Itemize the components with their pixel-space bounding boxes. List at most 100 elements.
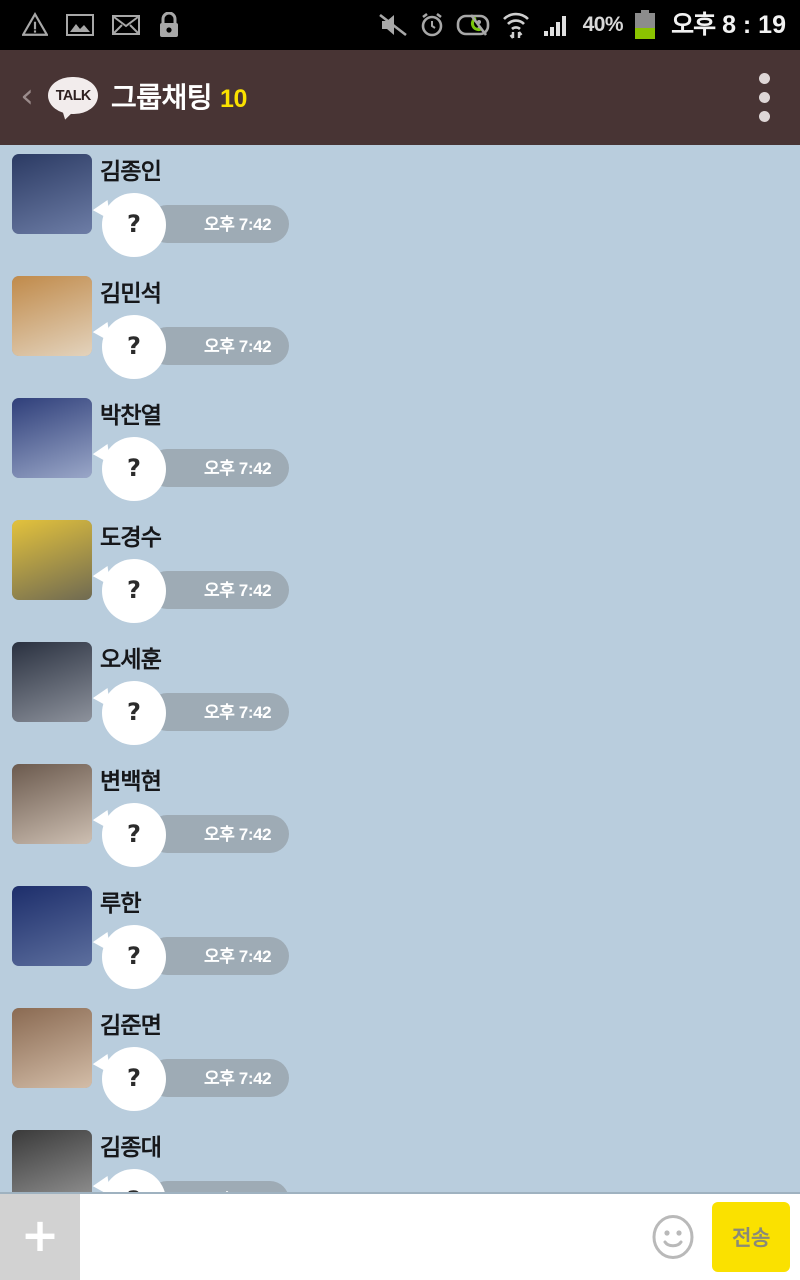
plus-icon: + xyxy=(20,1207,60,1262)
message-row: 김종인 오후 7:42? xyxy=(0,145,800,267)
avatar-kimjongin[interactable] xyxy=(12,154,92,234)
message-sender-name: 김종대 xyxy=(100,1134,162,1160)
message-timestamp-pill: 오후 7:42 xyxy=(148,1059,290,1097)
bubble-tail xyxy=(91,931,111,955)
avatar-image xyxy=(12,154,92,234)
message-timestamp-pill: 오후 7:42 xyxy=(148,1181,290,1192)
message-sender-name: 루한 xyxy=(100,890,142,916)
logo-bubble: TALK xyxy=(48,76,98,114)
message-time: 오후 7:42 xyxy=(204,458,272,478)
bubble-tail xyxy=(91,565,111,589)
clock-ampm: 오후 xyxy=(671,10,716,39)
message-text: ? xyxy=(127,820,141,848)
message-time: 오후 7:42 xyxy=(204,824,272,844)
wifi-icon xyxy=(502,12,529,39)
sync-disabled-icon xyxy=(456,14,489,36)
message-time: 오후 7:42 xyxy=(204,580,272,600)
screenshot-icon xyxy=(66,14,94,36)
message-time: 오후 7:42 xyxy=(204,214,272,234)
message-row: 루한 오후 7:42? xyxy=(0,877,800,999)
battery-percent-label: 40% xyxy=(582,13,624,36)
avatar-image xyxy=(12,1008,92,1088)
bubble-tail xyxy=(91,687,111,711)
message-text: ? xyxy=(127,576,141,604)
message-sender-name: 오세훈 xyxy=(100,646,162,672)
message-text: ? xyxy=(127,942,141,970)
message-bubble[interactable]: ? xyxy=(91,437,166,501)
avatar-image xyxy=(12,276,92,356)
back-button[interactable]: ‹ xyxy=(8,79,46,117)
avatar-image xyxy=(12,886,92,966)
battery-icon xyxy=(635,10,656,39)
message-bubble[interactable]: ? xyxy=(91,803,166,867)
message-sender-name: 변백현 xyxy=(100,768,162,794)
bubble-tail xyxy=(91,1053,111,1077)
avatar-kimminseok[interactable] xyxy=(12,276,92,356)
message-sender-name: 박찬열 xyxy=(100,402,162,428)
message-timestamp-pill: 오후 7:42 xyxy=(148,205,290,243)
message-row: 김종대오후 7:42? xyxy=(0,1121,800,1192)
avatar-image xyxy=(12,520,92,600)
lock-icon xyxy=(160,12,178,37)
member-count-badge: 10 xyxy=(220,84,247,113)
message-list[interactable]: 김종인 오후 7:42? 김민석 오후 7:42? 박찬열 오후 7:42? 도경수 오후 7… xyxy=(0,145,800,1192)
message-timestamp-pill: 오후 7:42 xyxy=(148,937,290,975)
avatar-dokyungsoo[interactable] xyxy=(12,520,92,600)
chat-room-title: 그룹채팅 xyxy=(111,81,213,113)
avatar-image xyxy=(12,1130,92,1192)
send-button[interactable]: 전송 xyxy=(712,1202,790,1272)
message-bubble[interactable]: ? xyxy=(91,193,166,257)
kakaotalk-logo-icon: TALK xyxy=(48,75,98,121)
alarm-icon xyxy=(421,12,442,37)
emoticon-button[interactable] xyxy=(634,1194,712,1280)
message-bubble[interactable]: ? xyxy=(91,1169,166,1192)
message-bubble[interactable]: ? xyxy=(91,559,166,623)
status-bar: 40% 오후 8 : 19 xyxy=(0,0,800,50)
status-bar-left-icons xyxy=(0,12,180,38)
message-time: 오후 7:42 xyxy=(204,702,272,722)
avatar-kimjongdae[interactable] xyxy=(12,1130,92,1192)
overflow-dot xyxy=(758,73,770,84)
bubble-tail xyxy=(91,199,111,223)
status-bar-clock: 오후 8 : 19 xyxy=(667,10,786,39)
message-timestamp-pill: 오후 7:42 xyxy=(148,815,290,853)
message-row: 오세훈오후 7:42? xyxy=(0,633,800,755)
avatar-parkchanyeol[interactable] xyxy=(12,398,92,478)
avatar-image xyxy=(12,764,92,844)
message-text: ? xyxy=(127,698,141,726)
signal-icon xyxy=(543,16,566,36)
message-row: 변백현오후 7:42? xyxy=(0,755,800,877)
bubble-tail xyxy=(91,443,111,467)
avatar-byunbaekhyun[interactable] xyxy=(12,764,92,844)
message-sender-name: 김준면 xyxy=(100,1012,162,1038)
message-text: ? xyxy=(127,332,141,360)
bubble-tail xyxy=(91,321,111,345)
message-bubble[interactable]: ? xyxy=(91,681,166,745)
message-input-bar: + 전송 xyxy=(0,1192,800,1280)
overflow-dot xyxy=(758,92,770,103)
status-bar-right-icons: 40% 오후 8 : 19 xyxy=(378,10,800,40)
avatar-osehun[interactable] xyxy=(12,642,92,722)
overflow-dot xyxy=(758,111,770,122)
avatar-image xyxy=(12,642,92,722)
envelope-icon xyxy=(112,15,140,35)
message-input[interactable] xyxy=(80,1194,634,1280)
message-timestamp-pill: 오후 7:42 xyxy=(148,327,290,365)
overflow-menu-button[interactable] xyxy=(728,50,800,145)
message-time: 오후 7:42 xyxy=(204,336,272,356)
logo-text: TALK xyxy=(55,86,91,104)
message-bubble[interactable]: ? xyxy=(91,1047,166,1111)
mute-icon xyxy=(378,13,407,37)
message-row: 도경수 오후 7:42? xyxy=(0,511,800,633)
message-bubble[interactable]: ? xyxy=(91,315,166,379)
message-bubble[interactable]: ? xyxy=(91,925,166,989)
send-button-label: 전송 xyxy=(732,1227,770,1250)
attachment-add-button[interactable]: + xyxy=(0,1194,80,1280)
message-row: 김민석 오후 7:42? xyxy=(0,267,800,389)
avatar-kimjunmyeon[interactable] xyxy=(12,1008,92,1088)
warning-icon xyxy=(22,12,48,36)
avatar-luhan[interactable] xyxy=(12,886,92,966)
message-row: 박찬열오후 7:42? xyxy=(0,389,800,511)
message-timestamp-pill: 오후 7:42 xyxy=(148,449,290,487)
message-timestamp-pill: 오후 7:42 xyxy=(148,571,290,609)
